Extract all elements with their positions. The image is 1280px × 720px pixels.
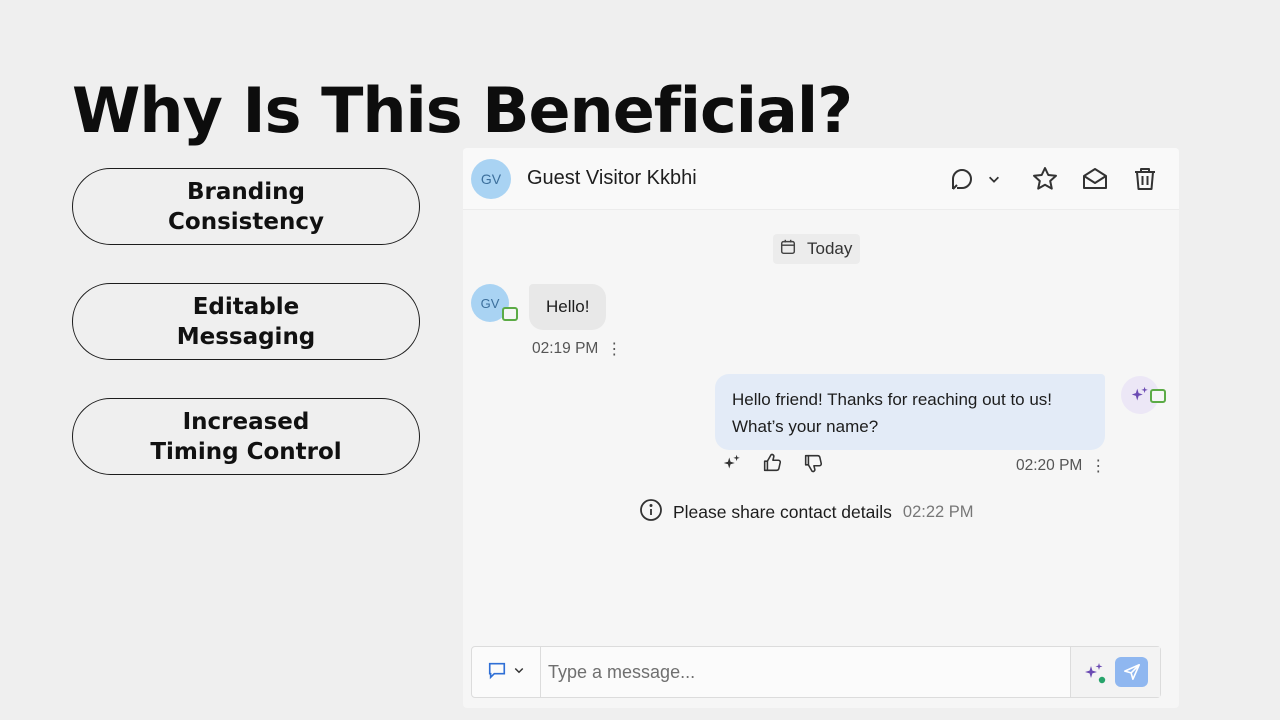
chat-panel: GV Guest Visitor Kkbhi Today GV Hello! 0… [463,148,1179,708]
more-options-icon[interactable]: ⋮ [606,339,622,359]
message-composer [471,646,1161,698]
composer-actions [1070,647,1160,697]
ai-assist-icon[interactable] [1082,660,1106,689]
channel-badge-icon [1150,389,1166,403]
calendar-icon [779,238,797,261]
chat-bubble-icon[interactable] [947,164,977,194]
thumbs-up-icon[interactable] [761,452,785,476]
info-icon [639,498,663,527]
date-label: Today [807,239,853,258]
message-time: 02:19 PM [532,340,599,357]
benefit-line: Messaging [176,323,316,350]
ai-sparkle-icon [721,452,745,476]
message-meta: 02:19 PM ⋮ [532,339,622,359]
benefit-line: Increased [182,408,310,435]
benefit-pill-editable: Editable Messaging [72,283,420,360]
benefit-line: Editable [192,293,300,320]
channel-badge-icon [502,307,518,321]
benefit-pill-timing: Increased Timing Control [72,398,420,475]
chevron-down-icon [513,663,525,681]
more-options-icon[interactable]: ⋮ [1090,456,1106,476]
visitor-avatar[interactable]: GV [471,159,511,199]
incoming-message: Hello! [529,284,607,330]
message-text-line: Hello friend! Thanks for reaching out to… [732,390,1053,409]
message-channel-icon [487,660,507,685]
benefit-line: Consistency [168,208,324,235]
date-divider: Today [773,234,861,264]
send-button[interactable] [1115,657,1148,687]
outgoing-message: Hello friend! Thanks for reaching out to… [715,374,1105,450]
message-meta: 02:20 PM ⋮ [1016,456,1106,476]
channel-selector[interactable] [472,647,541,697]
system-note-text: Please share contact details [673,502,892,522]
benefit-line: Timing Control [150,438,342,465]
benefit-pill-branding: Branding Consistency [72,168,420,245]
benefit-line: Branding [187,178,305,205]
trash-icon[interactable] [1130,164,1160,194]
message-input[interactable] [542,647,1070,697]
star-icon[interactable] [1030,164,1060,194]
system-note: Please share contact details 02:22 PM [639,498,974,527]
envelope-open-icon[interactable] [1080,164,1110,194]
thumbs-down-icon[interactable] [802,452,826,476]
chevron-down-icon[interactable] [985,164,1003,194]
visitor-name[interactable]: Guest Visitor Kkbhi [527,167,697,190]
system-note-time: 02:22 PM [902,503,974,521]
message-time: 02:20 PM [1016,457,1083,474]
message-text-line: What’s your name? [732,417,879,436]
chat-header: GV Guest Visitor Kkbhi [463,148,1179,210]
slide-title: Why Is This Beneficial? [72,74,853,147]
